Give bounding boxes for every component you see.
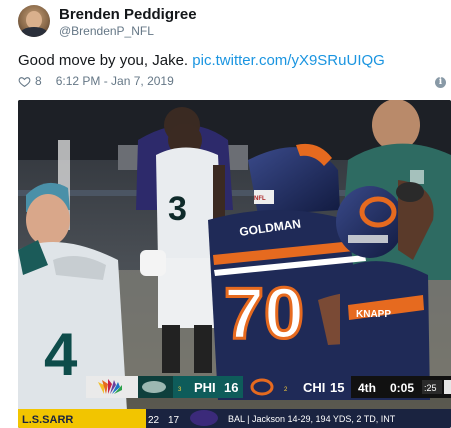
eagles-jersey-number-left: 4 xyxy=(44,321,78,388)
tweet-timestamp[interactable]: 6:12 PM - Jan 7, 2019 xyxy=(56,74,174,88)
display-name[interactable]: Brenden Peddigree xyxy=(59,6,197,23)
ticker-score-b: 17 xyxy=(168,415,180,426)
ticker-headline: BAL | Jackson 14-29, 194 YDS, 2 TD, INT xyxy=(228,414,396,424)
tweet-meta: 8 6:12 PM - Jan 7, 2019 xyxy=(18,74,174,88)
game-broadcast-photo: 3 4 NFL 70 GOLDMAN KNAPP 3 PHI 16 2 CHI … xyxy=(18,100,451,428)
tweet-media-link[interactable]: pic.twitter.com/yX9SRuUIQG xyxy=(192,52,385,69)
away-team: PHI xyxy=(194,380,216,395)
away-score: 16 xyxy=(224,380,238,395)
avatar[interactable] xyxy=(18,5,50,37)
like-count[interactable]: 8 xyxy=(35,74,42,88)
game-clock: 0:05 xyxy=(390,381,414,395)
home-score: 15 xyxy=(330,380,344,395)
avatar-shirt xyxy=(20,27,48,37)
bears-player-right-name: KNAPP xyxy=(356,309,391,320)
bottom-ticker: L.S.SARR 22 17 BAL | Jackson 14-29, 194 … xyxy=(18,409,451,428)
bears-jersey-number: 70 xyxy=(224,274,304,354)
info-circle-icon[interactable]: i xyxy=(435,77,446,88)
scorebug: 3 PHI 16 2 CHI 15 4th 0:05 :25 xyxy=(86,376,451,398)
tweet-text-prefix: Good move by you, Jake. xyxy=(18,52,193,69)
user-handle[interactable]: @BrendenP_NFL xyxy=(59,24,154,38)
eagles-jersey-number-mid: 3 xyxy=(168,190,187,228)
play-clock: :25 xyxy=(424,383,437,393)
ticker-score-a: 22 xyxy=(148,415,160,426)
tweet-text: Good move by you, Jake. pic.twitter.com/… xyxy=(18,52,385,69)
heart-outline-icon[interactable] xyxy=(18,75,31,88)
helmet-decal: NFL xyxy=(254,196,266,202)
home-team: CHI xyxy=(303,380,325,395)
ticker-left-label: L.S.SARR xyxy=(22,414,73,426)
quarter: 4th xyxy=(358,381,376,395)
tweet-media-image[interactable]: 3 4 NFL 70 GOLDMAN KNAPP 3 PHI 16 2 CHI … xyxy=(18,100,451,428)
